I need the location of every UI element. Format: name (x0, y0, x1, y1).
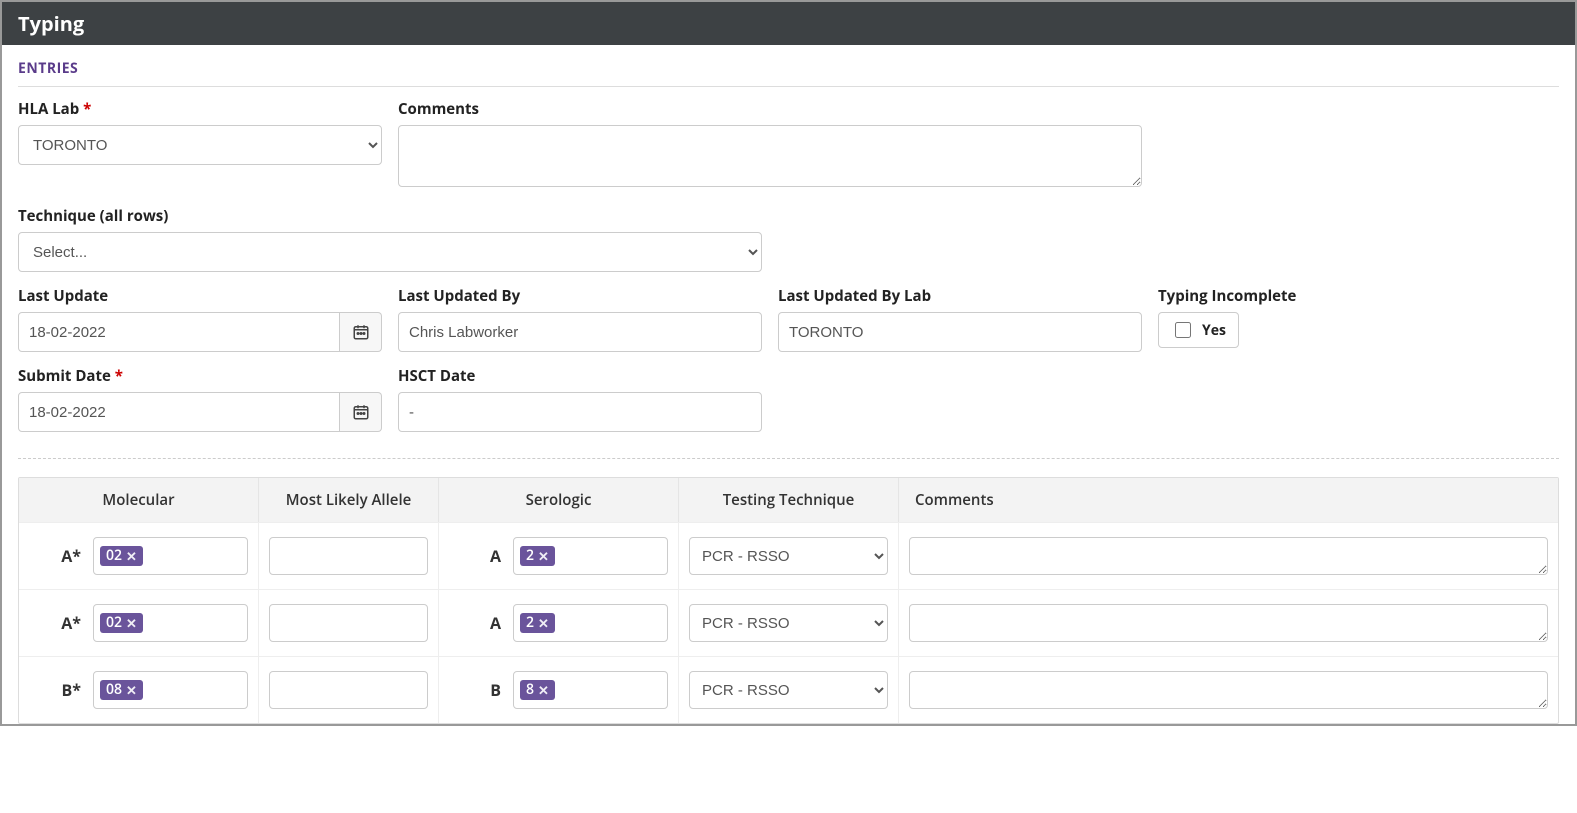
last-updated-by-lab-input[interactable] (778, 312, 1142, 352)
comments-textarea[interactable] (398, 125, 1142, 187)
testing-technique-select[interactable]: PCR - RSSO (689, 671, 888, 709)
col-allele: Most Likely Allele (259, 478, 439, 522)
allele-input[interactable] (269, 671, 428, 709)
close-icon[interactable]: ✕ (126, 617, 137, 630)
hsct-date-label: HSCT Date (398, 366, 762, 386)
typing-table: Molecular Most Likely Allele Serologic T… (18, 477, 1559, 724)
last-updated-by-label: Last Updated By (398, 286, 762, 306)
molecular-locus-label: A* (29, 612, 87, 634)
close-icon[interactable]: ✕ (126, 684, 137, 697)
serologic-locus-label: A (449, 545, 507, 567)
molecular-locus-label: A* (29, 545, 87, 567)
comments-label: Comments (398, 99, 1142, 119)
molecular-tag-input[interactable]: 08 ✕ (93, 671, 248, 709)
table-row: A* 02 ✕ A 2 ✕ PCR - RSSO (19, 589, 1558, 656)
close-icon[interactable]: ✕ (538, 684, 549, 697)
submit-date-label: Submit Date * (18, 366, 382, 386)
last-updated-by-lab-label: Last Updated By Lab (778, 286, 1142, 306)
molecular-tag[interactable]: 02 ✕ (100, 613, 143, 633)
col-molecular: Molecular (19, 478, 259, 522)
testing-technique-select[interactable]: PCR - RSSO (689, 604, 888, 642)
serologic-locus-label: B (449, 679, 507, 701)
hla-lab-label: HLA Lab * (18, 99, 382, 119)
panel-title: Typing (2, 2, 1575, 45)
molecular-locus-label: B* (29, 679, 87, 701)
hsct-date-input (398, 392, 762, 432)
close-icon[interactable]: ✕ (538, 617, 549, 630)
typing-incomplete-yes-label: Yes (1202, 321, 1226, 340)
serologic-tag[interactable]: 2 ✕ (520, 613, 555, 633)
calendar-icon[interactable] (340, 392, 382, 432)
technique-all-label: Technique (all rows) (18, 206, 762, 226)
col-serologic: Serologic (439, 478, 679, 522)
calendar-icon[interactable] (340, 312, 382, 352)
molecular-tag[interactable]: 08 ✕ (100, 680, 143, 700)
molecular-tag[interactable]: 02 ✕ (100, 546, 143, 566)
serologic-locus-label: A (449, 612, 507, 634)
allele-input[interactable] (269, 537, 428, 575)
typing-panel: Typing ENTRIES HLA Lab * TORONTO Comment… (0, 0, 1577, 726)
table-row: B* 08 ✕ B 8 ✕ PCR - RSSO (19, 656, 1558, 723)
serologic-tag-input[interactable]: 2 ✕ (513, 604, 668, 642)
submit-date-input[interactable] (18, 392, 340, 432)
row-comments-textarea[interactable] (909, 537, 1548, 575)
divider (18, 458, 1559, 459)
last-updated-by-input[interactable] (398, 312, 762, 352)
row-comments-textarea[interactable] (909, 671, 1548, 709)
serologic-tag[interactable]: 8 ✕ (520, 680, 555, 700)
hla-lab-select[interactable]: TORONTO (18, 125, 382, 165)
entries-section-title: ENTRIES (18, 55, 1559, 87)
last-update-input (18, 312, 340, 352)
serologic-tag[interactable]: 2 ✕ (520, 546, 555, 566)
row-comments-textarea[interactable] (909, 604, 1548, 642)
molecular-tag-input[interactable]: 02 ✕ (93, 604, 248, 642)
serologic-tag-input[interactable]: 2 ✕ (513, 537, 668, 575)
table-row: A* 02 ✕ A 2 ✕ PCR - RSSO (19, 522, 1558, 589)
technique-all-select[interactable]: Select... (18, 232, 762, 272)
col-comments: Comments (899, 478, 1558, 522)
allele-input[interactable] (269, 604, 428, 642)
close-icon[interactable]: ✕ (538, 550, 549, 563)
last-update-label: Last Update (18, 286, 382, 306)
serologic-tag-input[interactable]: 8 ✕ (513, 671, 668, 709)
typing-incomplete-option[interactable]: Yes (1158, 312, 1239, 348)
typing-incomplete-label: Typing Incomplete (1158, 286, 1543, 306)
molecular-tag-input[interactable]: 02 ✕ (93, 537, 248, 575)
col-technique: Testing Technique (679, 478, 899, 522)
testing-technique-select[interactable]: PCR - RSSO (689, 537, 888, 575)
typing-incomplete-checkbox[interactable] (1175, 322, 1191, 338)
close-icon[interactable]: ✕ (126, 550, 137, 563)
